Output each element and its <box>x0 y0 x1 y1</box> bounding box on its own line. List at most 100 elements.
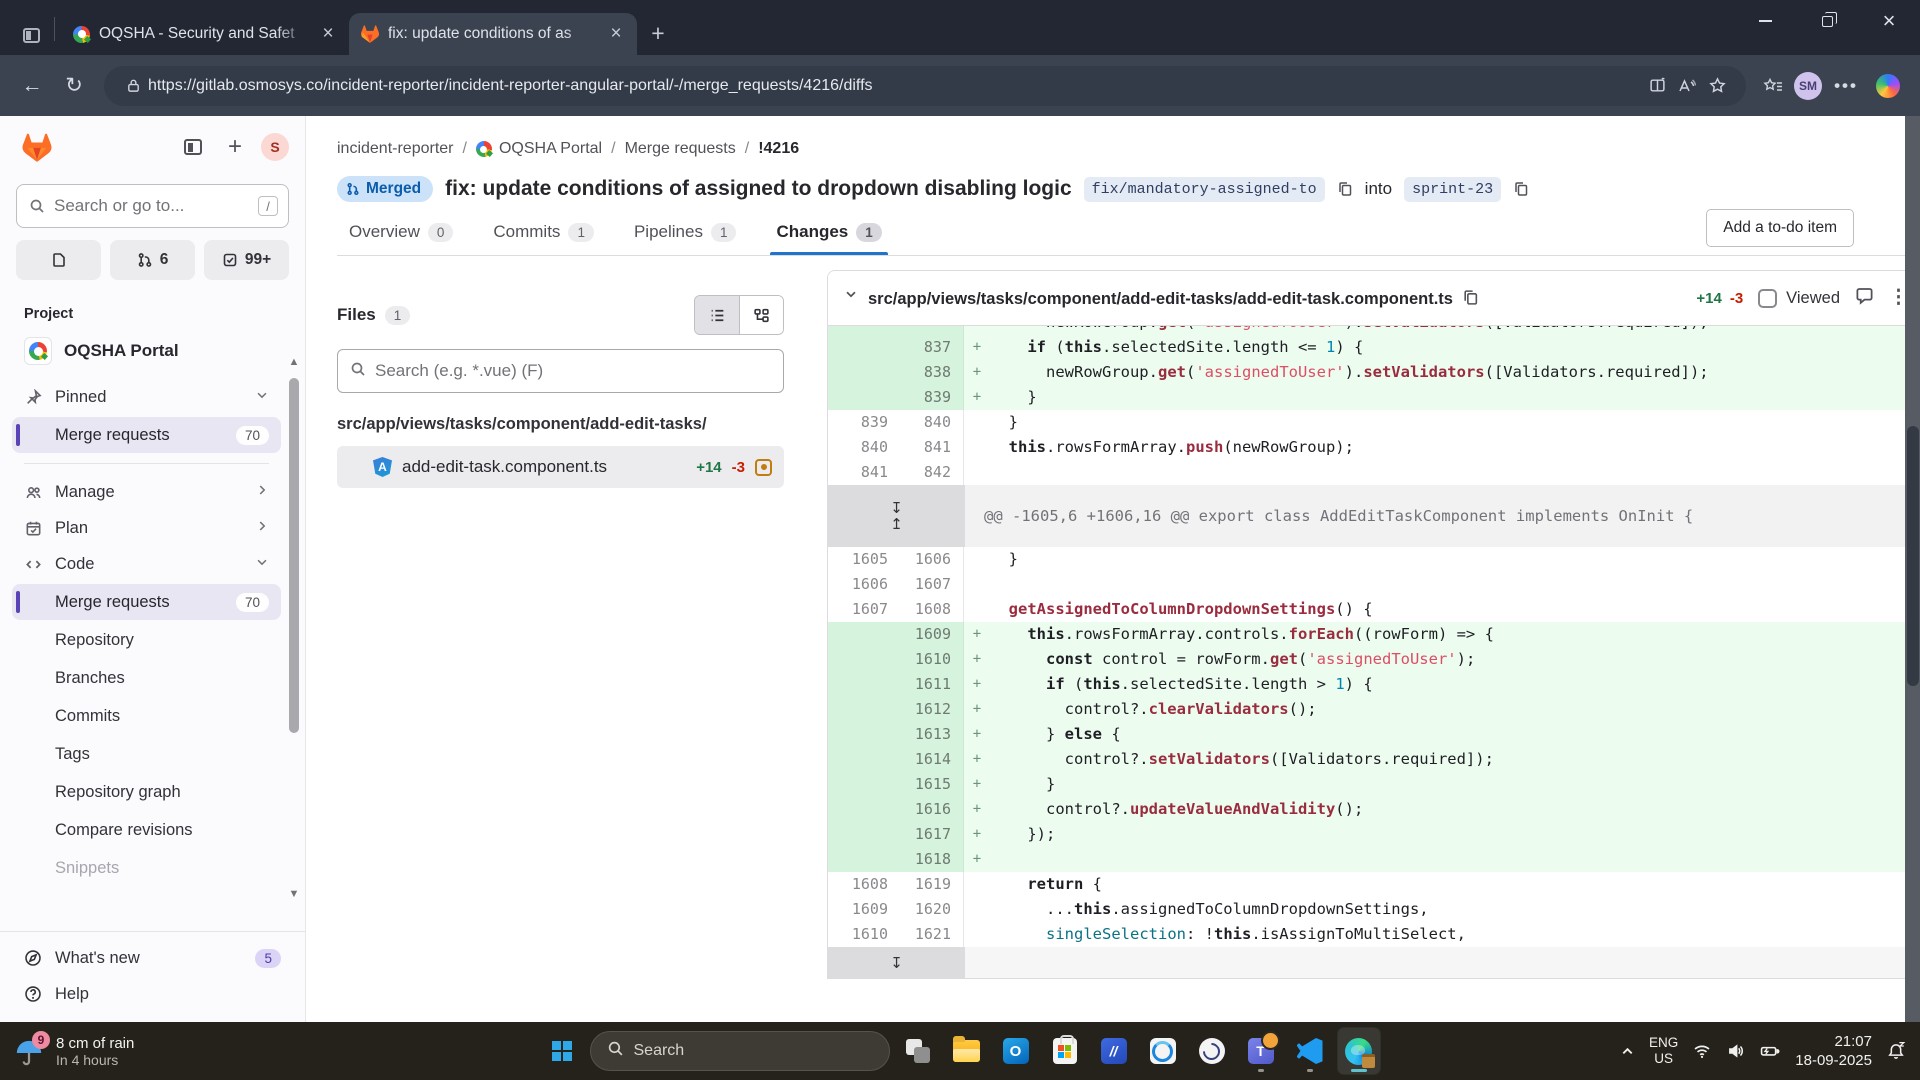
add-todo-button[interactable]: Add a to-do item <box>1706 209 1854 247</box>
store-taskbar-button[interactable] <box>1044 1028 1086 1074</box>
comment-icon[interactable] <box>1855 286 1874 310</box>
page-scroll-thumb[interactable] <box>1907 426 1919 686</box>
tab-close-icon[interactable]: × <box>317 23 339 45</box>
breadcrumb-merge-requests[interactable]: Merge requests <box>625 140 736 158</box>
old-line-number[interactable]: 1607 <box>828 597 900 622</box>
diff-options-kebab-icon[interactable]: ⋮ <box>1889 294 1905 302</box>
tab-overview[interactable]: Overview0 <box>347 212 455 255</box>
vscode-taskbar-button[interactable] <box>1289 1028 1331 1074</box>
task-view-taskbar-button[interactable] <box>897 1028 939 1074</box>
tab-actions-button[interactable] <box>14 15 48 55</box>
sidebar-item-merge-requests[interactable]: Merge requests70 <box>12 417 281 453</box>
new-line-number[interactable]: 839 <box>900 385 964 410</box>
old-line-number[interactable]: 1606 <box>828 572 900 597</box>
source-branch-badge[interactable]: fix/mandatory-assigned-to <box>1084 177 1325 202</box>
read-aloud-icon[interactable] <box>1672 71 1702 101</box>
issues-shortcut-button[interactable] <box>16 240 101 280</box>
old-line-number[interactable]: 1609 <box>828 897 900 922</box>
notification-bell-icon[interactable] <box>1886 1041 1906 1061</box>
new-line-number[interactable]: 1608 <box>900 597 964 622</box>
browser-menu-icon[interactable]: ••• <box>1828 68 1864 104</box>
new-line-number[interactable]: 838 <box>900 360 964 385</box>
new-line-number[interactable] <box>900 326 964 335</box>
expand-down-icon[interactable]: ↧ <box>890 501 903 515</box>
breadcrumb-group[interactable]: incident-reporter <box>337 140 454 158</box>
new-tab-button[interactable]: + <box>641 16 675 50</box>
old-line-number[interactable] <box>828 772 900 797</box>
old-line-number[interactable]: 839 <box>828 410 900 435</box>
old-line-number[interactable] <box>828 697 900 722</box>
gitlab-logo-icon[interactable] <box>22 133 52 162</box>
viewed-checkbox[interactable] <box>1758 289 1777 308</box>
page-scrollbar[interactable] <box>1905 116 1920 1022</box>
sidebar-item-compare-revisions[interactable]: Compare revisions <box>12 812 281 848</box>
wifi-icon[interactable] <box>1692 1042 1712 1060</box>
old-line-number[interactable] <box>828 822 900 847</box>
weather-widget[interactable]: 9 8 cm of rainIn 4 hours <box>0 1033 148 1069</box>
sidebar-item-plan[interactable]: Plan <box>12 510 281 546</box>
copy-branch-icon[interactable] <box>1337 181 1353 197</box>
todos-shortcut-button[interactable]: 99+ <box>204 240 289 280</box>
copy-path-icon[interactable] <box>1462 289 1479 306</box>
sidebar-scrollbar[interactable]: ▲ ▼ <box>288 356 300 892</box>
sync-ring-app-taskbar-button[interactable] <box>1142 1028 1184 1074</box>
new-line-number[interactable]: 1615 <box>900 772 964 797</box>
browser-profile-avatar[interactable]: SM <box>1794 72 1822 100</box>
new-line-number[interactable]: 1616 <box>900 797 964 822</box>
old-line-number[interactable] <box>828 797 900 822</box>
file-explorer-taskbar-button[interactable] <box>946 1028 988 1074</box>
sidebar-project-link[interactable]: OQSHA Portal <box>12 332 281 379</box>
new-line-number[interactable]: 1606 <box>900 547 964 572</box>
old-line-number[interactable]: 840 <box>828 435 900 460</box>
new-line-number[interactable]: 840 <box>900 410 964 435</box>
old-line-number[interactable] <box>828 326 900 335</box>
new-line-number[interactable]: 1614 <box>900 747 964 772</box>
language-indicator[interactable]: ENGUS <box>1649 1035 1678 1067</box>
tab-changes[interactable]: Changes1 <box>774 212 883 255</box>
sidebar-footer-help[interactable]: Help <box>12 976 293 1012</box>
new-line-number[interactable]: 1611 <box>900 672 964 697</box>
start-button[interactable] <box>541 1029 583 1073</box>
breadcrumb-project[interactable]: OQSHA Portal <box>476 140 602 158</box>
copy-branch-icon[interactable] <box>1513 181 1529 197</box>
battery-icon[interactable] <box>1759 1042 1781 1060</box>
new-line-number[interactable]: 837 <box>900 335 964 360</box>
refresh-button[interactable]: ↻ <box>56 68 92 104</box>
old-line-number[interactable] <box>828 622 900 647</box>
window-close-button[interactable]: × <box>1858 0 1920 42</box>
old-line-number[interactable] <box>828 335 900 360</box>
edge-taskbar-button[interactable] <box>1338 1028 1380 1074</box>
new-line-number[interactable]: 1609 <box>900 622 964 647</box>
tree-view-button[interactable] <box>739 296 783 334</box>
scroll-down-icon[interactable]: ▼ <box>288 888 300 900</box>
old-line-number[interactable]: 1605 <box>828 547 900 572</box>
old-line-number[interactable] <box>828 722 900 747</box>
new-line-number[interactable]: 1612 <box>900 697 964 722</box>
old-line-number[interactable] <box>828 360 900 385</box>
scroll-up-icon[interactable]: ▲ <box>288 356 300 368</box>
list-view-button[interactable] <box>695 296 739 334</box>
browser-tab-merge-request[interactable]: fix: update conditions of as × <box>349 13 637 55</box>
tray-chevron-up-icon[interactable] <box>1620 1044 1635 1059</box>
teams-taskbar-button[interactable]: T <box>1240 1028 1282 1074</box>
sidebar-item-code[interactable]: Code <box>12 546 281 582</box>
file-list-item[interactable]: A add-edit-task.component.ts +14 -3 <box>337 446 784 488</box>
new-line-number[interactable]: 1613 <box>900 722 964 747</box>
expand-up-icon[interactable]: ↥ <box>890 517 903 531</box>
old-line-number[interactable] <box>828 647 900 672</box>
old-line-number[interactable]: 1610 <box>828 922 900 947</box>
new-line-number[interactable]: 841 <box>900 435 964 460</box>
create-new-icon[interactable]: + <box>219 131 251 163</box>
volume-icon[interactable] <box>1726 1042 1745 1060</box>
new-line-number[interactable]: 1617 <box>900 822 964 847</box>
sidebar-item-branches[interactable]: Branches <box>12 660 281 696</box>
collapse-diff-icon[interactable] <box>844 287 858 301</box>
window-restore-button[interactable] <box>1796 0 1858 42</box>
tab-commits[interactable]: Commits1 <box>491 212 596 255</box>
clock-widget[interactable]: 21:0718-09-2025 <box>1795 1032 1872 1070</box>
diff-file-path[interactable]: src/app/views/tasks/component/add-edit-t… <box>868 284 1479 315</box>
taskbar-search[interactable]: Search <box>590 1031 890 1071</box>
gitlab-user-avatar[interactable]: S <box>261 133 289 161</box>
new-line-number[interactable]: 842 <box>900 460 964 485</box>
tab-close-icon[interactable]: × <box>605 23 627 45</box>
